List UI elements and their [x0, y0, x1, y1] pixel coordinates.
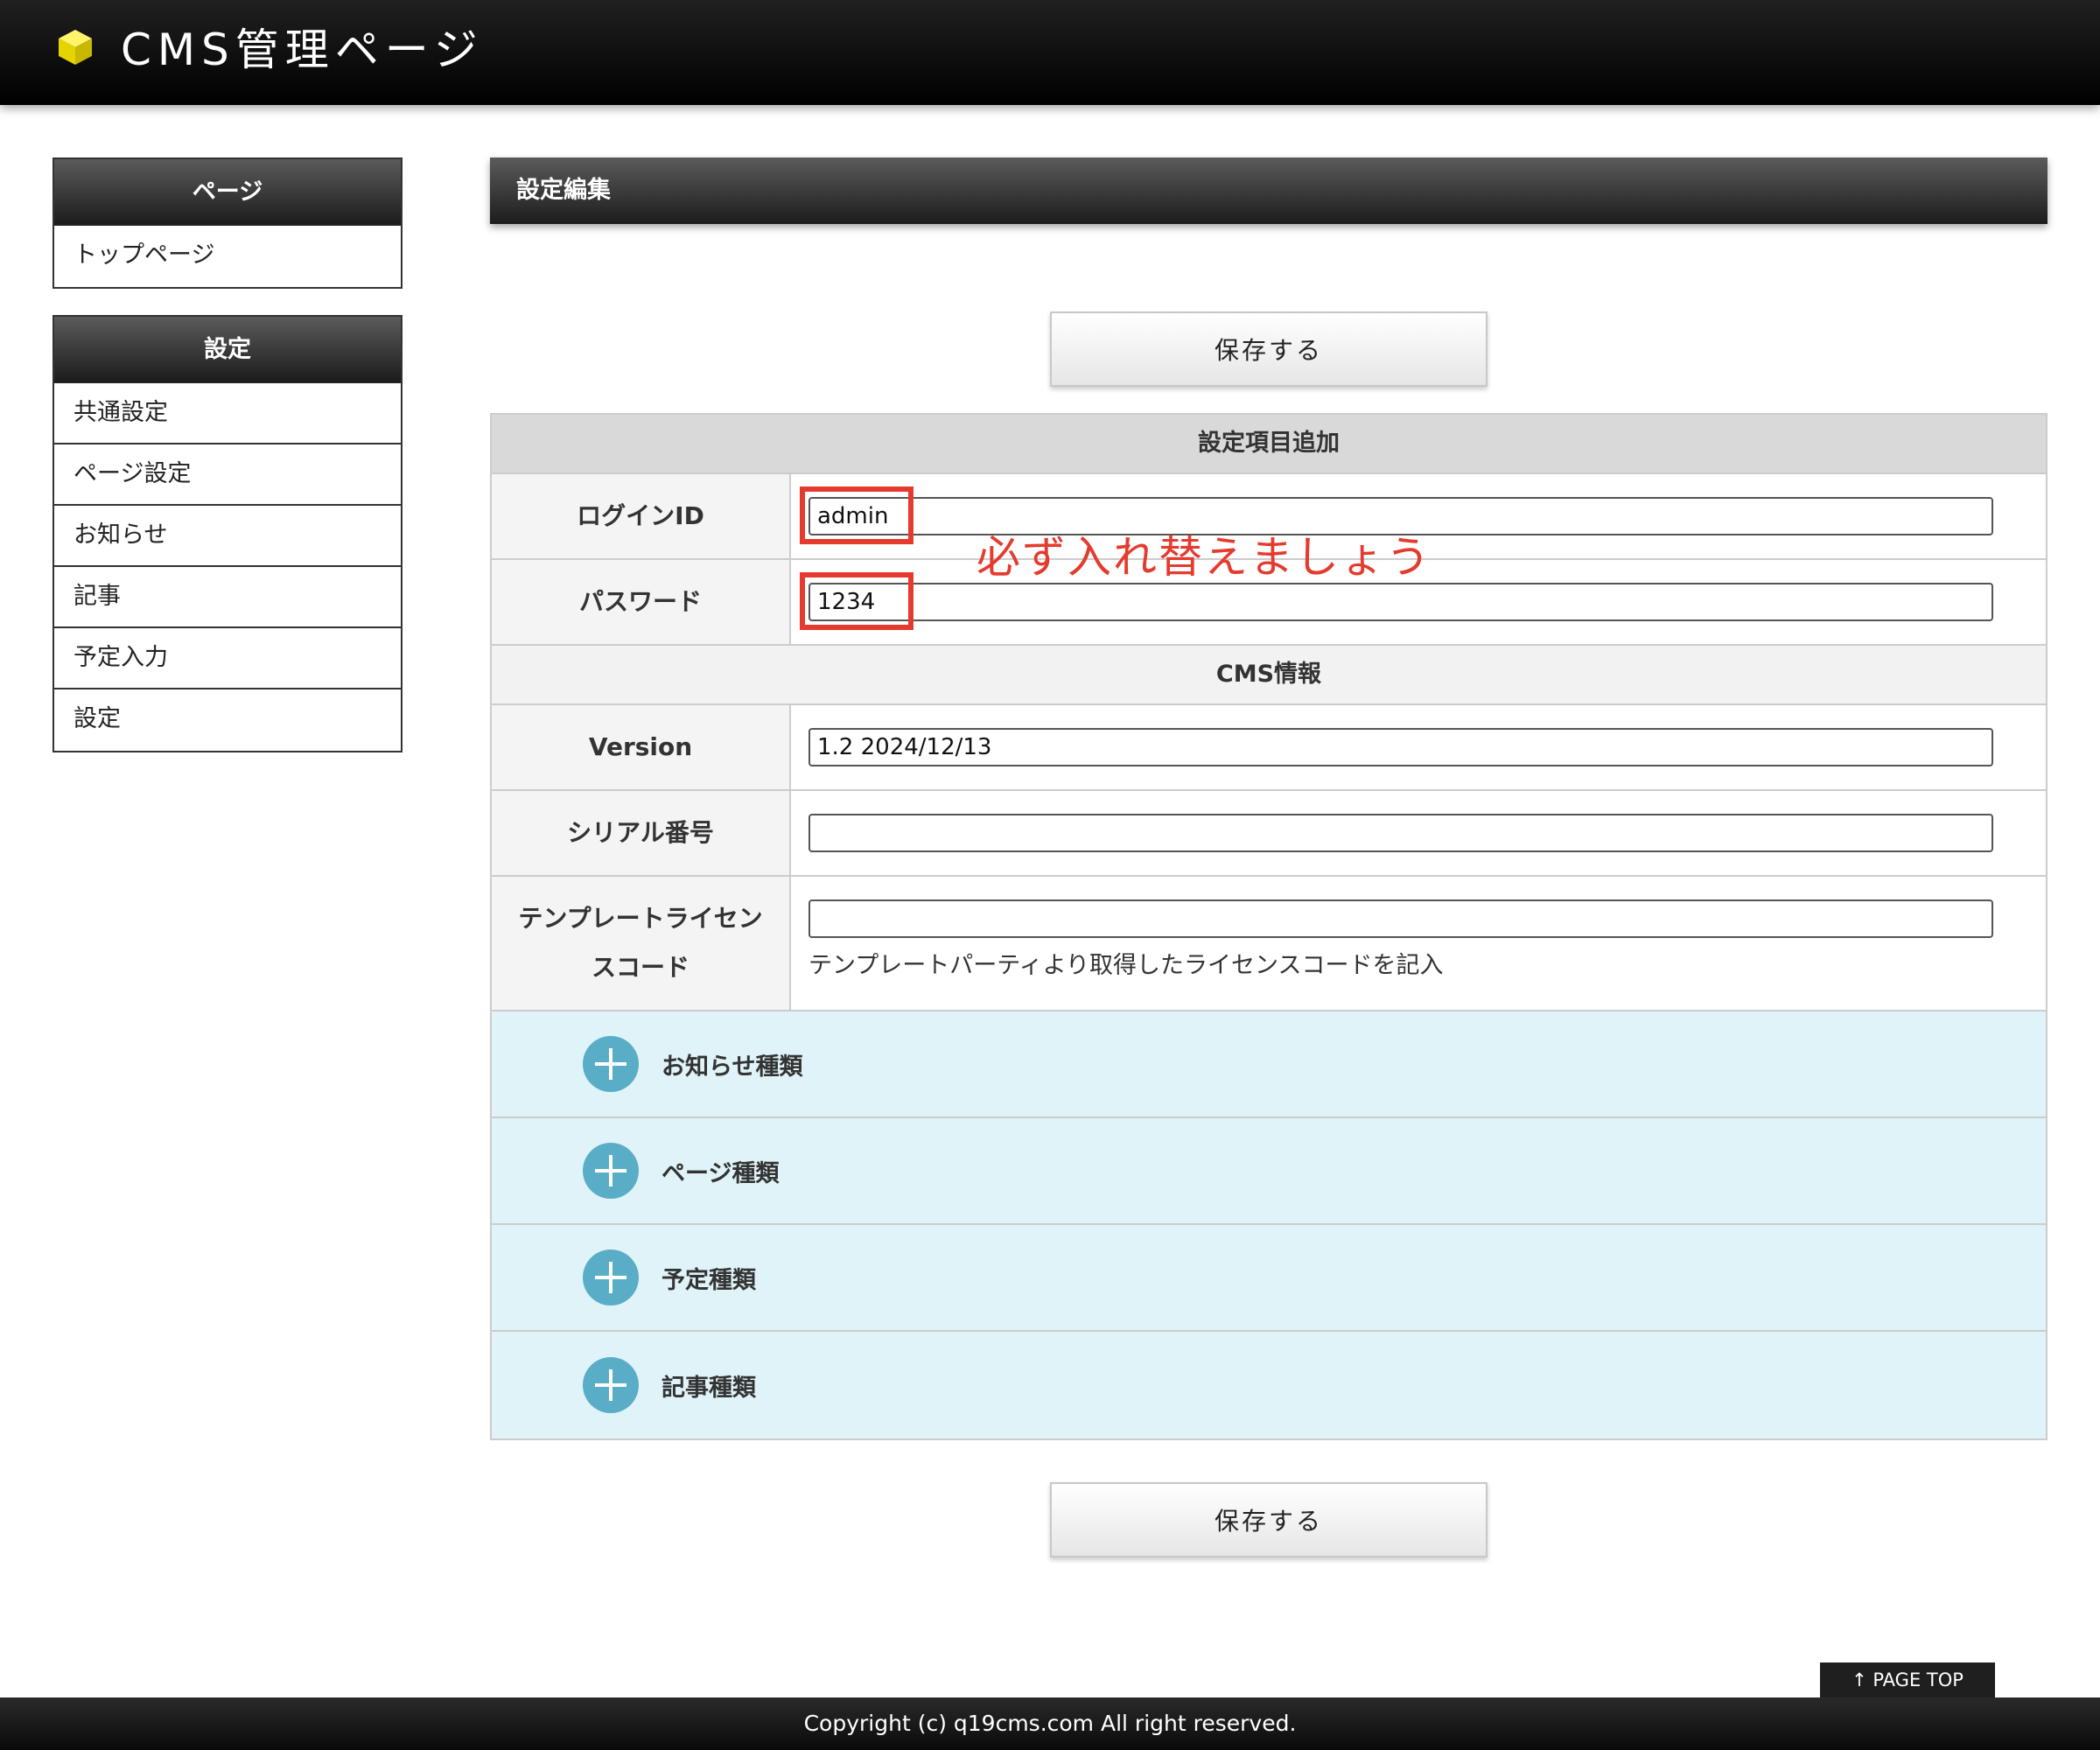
page-title: 設定編集: [490, 158, 2048, 224]
sidebar-item-schedule-input[interactable]: 予定入力: [54, 628, 401, 690]
copyright-text: Copyright (c) q19cms.com All right reser…: [803, 1711, 1297, 1736]
version-input[interactable]: [808, 728, 1993, 766]
sidebar-item-page-settings[interactable]: ページ設定: [54, 444, 401, 506]
row-serial-number: シリアル番号: [492, 791, 2046, 877]
accordion-article-types[interactable]: 記事種類: [492, 1332, 2046, 1438]
template-license-input[interactable]: [808, 900, 1993, 938]
sidebar-settings-group: 設定 共通設定 ページ設定 お知らせ 記事 予定入力 設定: [52, 315, 402, 752]
section-heading-add-settings: 設定項目追加: [492, 415, 2046, 474]
save-button-top[interactable]: 保存する: [1050, 312, 1488, 387]
accordion-news-types[interactable]: お知らせ種類: [492, 1012, 2046, 1118]
app-header: CMS管理ページ: [0, 0, 2100, 105]
password-label: パスワード: [492, 560, 791, 644]
password-input[interactable]: [808, 583, 1993, 621]
sidebar-heading-page: ページ: [54, 159, 401, 226]
template-license-label-line1: テンプレートライセン: [518, 904, 763, 933]
accordion-schedule-types[interactable]: 予定種類: [492, 1225, 2046, 1332]
template-license-hint: テンプレートパーティより取得したライセンスコードを記入: [808, 952, 1444, 979]
sidebar-item-settings[interactable]: 設定: [54, 690, 401, 751]
app-title: CMS管理ページ: [121, 24, 484, 75]
sidebar-item-news[interactable]: お知らせ: [54, 506, 401, 567]
login-id-label: ログインID: [492, 474, 791, 558]
serial-number-label: シリアル番号: [492, 791, 791, 875]
template-license-label: テンプレートライセン スコード: [492, 877, 791, 1010]
page-top-button[interactable]: ↑ PAGE TOP: [1820, 1662, 1995, 1698]
plus-circle-icon[interactable]: [583, 1357, 639, 1413]
accordion-label: ページ種類: [662, 1159, 780, 1187]
accordion-page-types[interactable]: ページ種類: [492, 1118, 2046, 1225]
version-label: Version: [492, 705, 791, 789]
sidebar-heading-settings: 設定: [54, 317, 401, 383]
sidebar-item-common-settings[interactable]: 共通設定: [54, 383, 401, 444]
template-license-label-line2: スコード: [591, 953, 690, 982]
accordion-label: お知らせ種類: [662, 1053, 803, 1081]
section-heading-cms-info: CMS情報: [492, 646, 2046, 705]
settings-accordion: お知らせ種類 ページ種類 予定種類 記事種類: [492, 1012, 2046, 1438]
row-version: Version: [492, 705, 2046, 791]
footer: Copyright (c) q19cms.com All right reser…: [0, 1698, 2100, 1750]
row-template-license: テンプレートライセン スコード テンプレートパーティより取得したライセンスコード…: [492, 877, 2046, 1012]
sidebar-item-articles[interactable]: 記事: [54, 567, 401, 628]
plus-circle-icon[interactable]: [583, 1143, 639, 1199]
sidebar-item-top-page[interactable]: トップページ: [54, 226, 401, 287]
replace-credentials-annotation: 必ず入れ替えましょう: [976, 532, 1432, 583]
accordion-label: 予定種類: [662, 1266, 756, 1294]
plus-circle-icon[interactable]: [583, 1250, 639, 1306]
save-button-bottom[interactable]: 保存する: [1050, 1482, 1488, 1558]
sidebar-page-group: ページ トップページ: [52, 158, 402, 289]
cube-logo-icon: [59, 30, 92, 65]
serial-number-input[interactable]: [808, 814, 1993, 852]
accordion-label: 記事種類: [662, 1374, 756, 1402]
plus-circle-icon[interactable]: [583, 1036, 639, 1092]
